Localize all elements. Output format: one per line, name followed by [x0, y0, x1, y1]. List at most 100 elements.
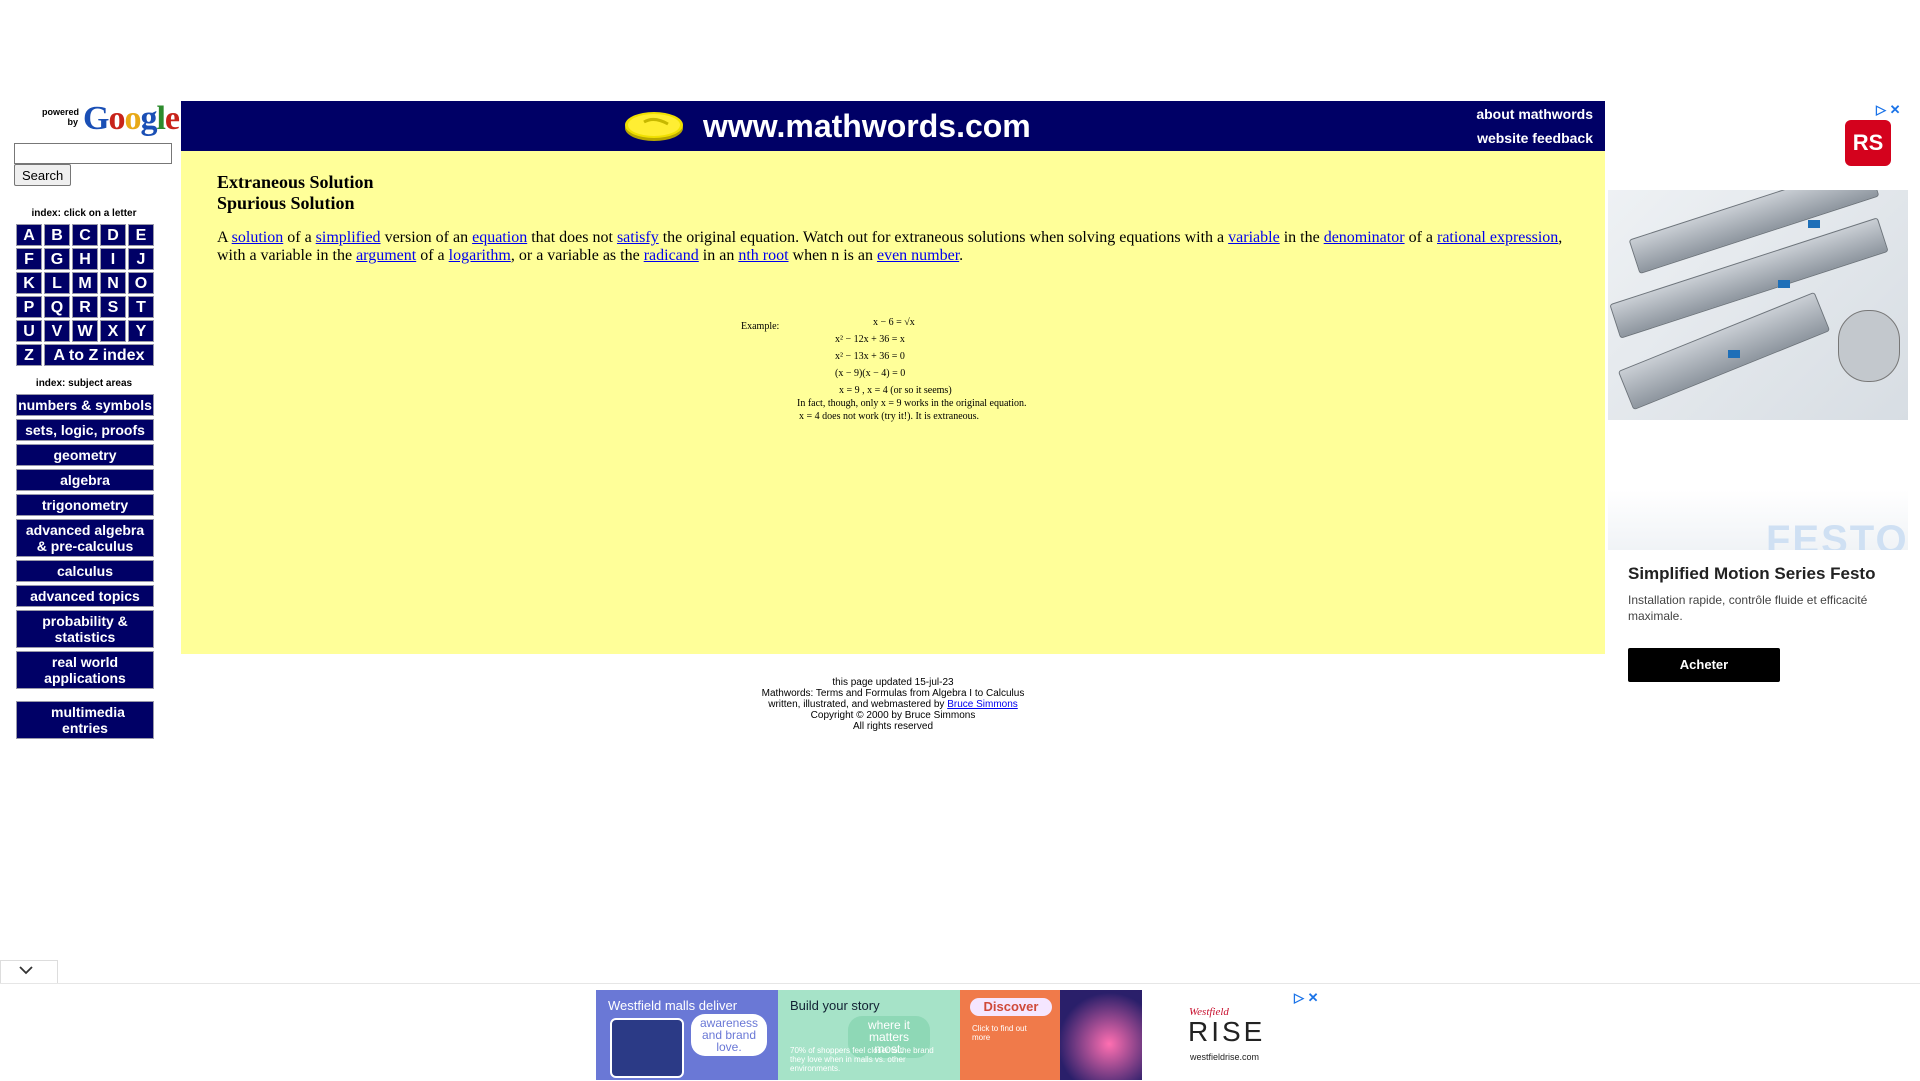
letter-v[interactable]: V: [44, 320, 70, 342]
about-mathwords-link[interactable]: about mathwords: [1476, 106, 1593, 122]
example-step: (x − 9)(x − 4) = 0: [835, 368, 906, 379]
page-updated: this page updated 15-jul-23: [832, 677, 954, 688]
glossary-link-even-number[interactable]: even number: [877, 247, 959, 264]
authorship-line: written, illustrated, and webmastered by…: [690, 699, 1096, 710]
tile-smallprint: 70% of shoppers feel closer to the brand…: [790, 1046, 934, 1073]
letter-e[interactable]: E: [128, 224, 154, 246]
letter-g[interactable]: G: [44, 248, 70, 270]
definition-text: A solution of a simplified version of an…: [217, 229, 1587, 265]
term-title: Extraneous Solution: [217, 172, 374, 192]
ad-tile-discover[interactable]: Discover Click to find out more: [960, 990, 1142, 1080]
subject-algebra[interactable]: algebra: [16, 469, 154, 491]
rise-url: westfieldrise.com: [1190, 1052, 1260, 1062]
subject-trigonometry[interactable]: trigonometry: [16, 494, 154, 516]
letter-c[interactable]: C: [72, 224, 98, 246]
ad-tile-westfield-malls[interactable]: Westfield malls deliver awareness and br…: [596, 990, 778, 1080]
letter-z[interactable]: Z: [16, 344, 42, 366]
website-feedback-link[interactable]: website feedback: [1477, 130, 1593, 146]
ad-subtext: Installation rapide, contrôle fluide et …: [1628, 593, 1868, 623]
letter-t[interactable]: T: [128, 296, 154, 318]
subject-advanced-topics[interactable]: advanced topics: [16, 585, 154, 607]
glossary-link-logarithm[interactable]: logarithm: [449, 247, 511, 264]
chevron-down-icon[interactable]: [19, 965, 33, 975]
definition-text-segment: of a: [283, 229, 316, 246]
subject-geometry[interactable]: geometry: [16, 444, 154, 466]
letter-i[interactable]: I: [100, 248, 126, 270]
glossary-link-solution[interactable]: solution: [232, 229, 284, 246]
letter-r[interactable]: R: [72, 296, 98, 318]
letter-s[interactable]: S: [100, 296, 126, 318]
letter-b[interactable]: B: [44, 224, 70, 246]
a-to-z-index-link[interactable]: A to Z index: [44, 344, 154, 366]
definition-text-segment: in an: [698, 247, 739, 264]
tile-pill: Discover: [970, 998, 1052, 1016]
definition-text-segment: the original equation. Watch out for ext…: [658, 229, 1229, 246]
adchoices-icon[interactable]: ▷ ✕: [1876, 102, 1901, 118]
site-tagline: Mathwords: Terms and Formulas from Algeb…: [761, 688, 1025, 699]
ad-headline[interactable]: Simplified Motion Series Festo: [1628, 564, 1875, 584]
search-button[interactable]: Search: [14, 164, 72, 186]
letter-p[interactable]: P: [16, 296, 42, 318]
letter-a[interactable]: A: [16, 224, 42, 246]
letter-l[interactable]: L: [44, 272, 70, 294]
subject-index-caption: index: subject areas: [35, 378, 133, 389]
letter-k[interactable]: K: [16, 272, 42, 294]
letter-o[interactable]: O: [128, 272, 154, 294]
glossary-link-equation[interactable]: equation: [472, 229, 527, 246]
subject-numbers-symbols[interactable]: numbers & symbols: [16, 394, 154, 416]
letter-n[interactable]: N: [100, 272, 126, 294]
definition-text-segment: , or a variable as the: [510, 247, 644, 264]
rights-reserved: All rights reserved: [852, 721, 934, 732]
subject-advanced-algebra[interactable]: advanced algebra & pre-calculus: [16, 519, 154, 557]
example-step: x = 9 , x = 4 (or so it seems): [839, 385, 952, 396]
multimedia-entries-link[interactable]: multimedia entries: [16, 701, 154, 739]
glossary-link-argument[interactable]: argument: [356, 247, 416, 264]
glossary-link-nth-root[interactable]: nth root: [738, 247, 788, 264]
glossary-link-denominator[interactable]: denominator: [1324, 229, 1405, 246]
buy-button[interactable]: Acheter: [1628, 648, 1780, 682]
tile-heading: Build your story: [790, 998, 880, 1013]
authorship-prefix: written, illustrated, and webmastered by: [768, 699, 948, 710]
festo-strip: FESTO: [1608, 490, 1908, 550]
definition-panel: Extraneous Solution Spurious Solution A …: [181, 151, 1605, 654]
letter-j[interactable]: J: [128, 248, 154, 270]
glossary-link-radicand[interactable]: radicand: [644, 247, 699, 264]
definition-text-segment: A: [217, 229, 232, 246]
glossary-link-simplified[interactable]: simplified: [316, 229, 381, 246]
letter-q[interactable]: Q: [44, 296, 70, 318]
glossary-link-satisfy[interactable]: satisfy: [617, 229, 659, 246]
worked-example: Example: x − 6 = √x x² − 12x + 36 = x x²…: [741, 317, 1081, 437]
letter-d[interactable]: D: [100, 224, 126, 246]
subject-sets-logic-proofs[interactable]: sets, logic, proofs: [16, 419, 154, 441]
example-label: Example:: [741, 321, 780, 332]
example-step: x² − 12x + 36 = x: [835, 334, 905, 345]
mathwords-logo-icon[interactable]: [624, 110, 684, 142]
subject-probability-statistics[interactable]: probability & statistics: [16, 610, 154, 648]
ad-tile-build-your-story[interactable]: Build your story where it matters most. …: [778, 990, 960, 1080]
subject-calculus[interactable]: calculus: [16, 560, 154, 582]
tile-pill: awareness and brand love.: [691, 1014, 767, 1056]
search-input[interactable]: [14, 143, 172, 164]
subject-real-world-applications[interactable]: real world applications: [16, 651, 154, 689]
glossary-link-variable[interactable]: variable: [1228, 229, 1280, 246]
example-step: x² − 13x + 36 = 0: [835, 351, 905, 362]
collapse-ad-tab[interactable]: [0, 960, 58, 985]
letter-x[interactable]: X: [100, 320, 126, 342]
author-link[interactable]: Bruce Simmons: [947, 699, 1018, 710]
letter-u[interactable]: U: [16, 320, 42, 342]
glossary-link-rational-expression[interactable]: rational expression: [1437, 229, 1558, 246]
adchoices-icon[interactable]: ▷ ✕: [1294, 990, 1319, 1006]
letter-m[interactable]: M: [72, 272, 98, 294]
subject-index-list: numbers & symbols sets, logic, proofs ge…: [16, 394, 154, 742]
site-header: www.mathwords.com about mathwords websit…: [181, 101, 1605, 151]
letter-y[interactable]: Y: [128, 320, 154, 342]
letter-h[interactable]: H: [72, 248, 98, 270]
google-search-branding: powered by Google: [28, 100, 180, 137]
definition-text-segment: version of an: [380, 229, 473, 246]
definition-text-segment: of a: [416, 247, 449, 264]
letter-f[interactable]: F: [16, 248, 42, 270]
copyright: Copyright © 2000 by Bruce Simmons: [810, 710, 976, 721]
site-title[interactable]: www.mathwords.com: [703, 108, 1031, 145]
tile-heading: Westfield malls deliver: [608, 998, 738, 1013]
letter-w[interactable]: W: [72, 320, 98, 342]
